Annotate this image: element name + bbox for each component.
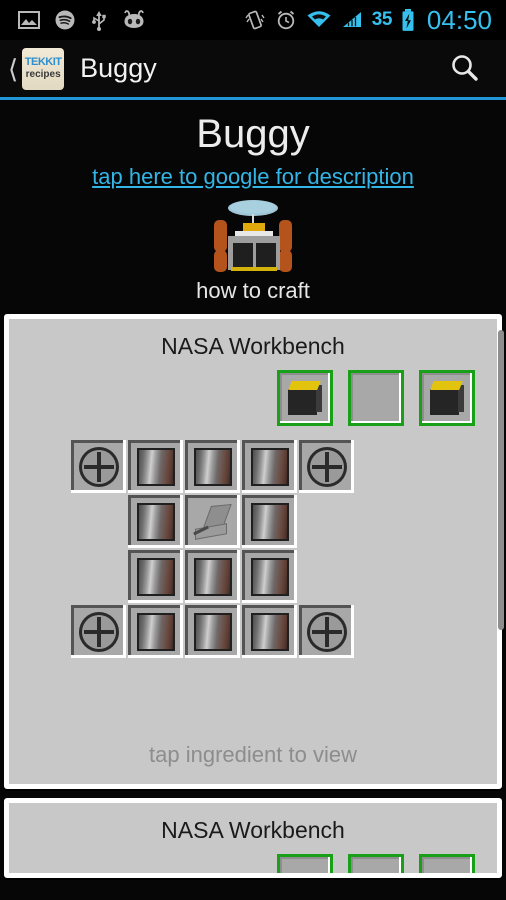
wifi-icon: [307, 11, 331, 27]
usb-icon: [92, 11, 106, 31]
grid-cell[interactable]: [128, 550, 183, 603]
buggy-sprite-large: [0, 198, 506, 276]
search-icon: [452, 54, 478, 81]
grid-cell[interactable]: [185, 550, 240, 603]
grid-cell[interactable]: [185, 440, 240, 493]
steel-plate-icon: [193, 557, 232, 596]
recipe-card[interactable]: NASA Workbench: [4, 798, 502, 878]
grid-cell[interactable]: [299, 605, 354, 658]
recipe-title: NASA Workbench: [161, 333, 345, 359]
steel-plate-icon: [250, 502, 289, 541]
tool-slot-row: [9, 370, 497, 438]
grid-cell[interactable]: [71, 605, 126, 658]
grid-cell[interactable]: [128, 440, 183, 493]
yellow-slab-icon: [430, 865, 464, 873]
tool-slot-row: [9, 854, 497, 873]
app-screen: 35 04:50 ⟨ TEKKIT recipes Buggy Buggy ta…: [0, 0, 506, 900]
steel-plate-icon: [250, 447, 289, 486]
how-to-craft-label: how to craft: [196, 278, 310, 303]
cyanogenmod-icon: [124, 10, 144, 28]
grid-cell[interactable]: [128, 605, 183, 658]
grid-cell[interactable]: [71, 440, 126, 493]
steel-plate-icon: [250, 612, 289, 651]
steel-plate-icon: [136, 557, 175, 596]
alarm-icon: [277, 10, 294, 30]
steel-plate-icon: [136, 447, 175, 486]
machine-block-icon: [288, 381, 322, 415]
search-button[interactable]: [448, 52, 506, 86]
recipe-card-list: NASA Workbench tap ingredient to view NA…: [0, 314, 506, 878]
wheel-icon: [78, 446, 119, 487]
steel-plate-icon: [136, 502, 175, 541]
recipe-title: NASA Workbench: [161, 817, 345, 843]
grid-cell[interactable]: [242, 605, 297, 658]
back-chevron-icon[interactable]: ⟨: [0, 56, 22, 82]
grid-cell[interactable]: [242, 550, 297, 603]
hero-section: Buggy tap here to google for description…: [0, 100, 506, 314]
crafting-grid: [71, 440, 354, 658]
action-bar: ⟨ TEKKIT recipes Buggy: [0, 40, 506, 100]
seat-icon: [192, 503, 233, 540]
yellow-slab-icon: [359, 865, 393, 873]
grid-cell[interactable]: [185, 495, 240, 548]
grid-cell[interactable]: [242, 440, 297, 493]
recipe-card[interactable]: NASA Workbench: [4, 314, 502, 789]
steel-plate-icon: [250, 557, 289, 596]
steel-plate-icon: [136, 612, 175, 651]
app-icon[interactable]: TEKKIT recipes: [22, 47, 65, 90]
item-title: Buggy: [196, 112, 310, 156]
wheel-icon: [306, 611, 347, 652]
page-title: Buggy: [80, 53, 157, 83]
crafting-area: [9, 438, 497, 738]
grid-cell-empty: [299, 495, 354, 548]
app-icon-line1: TEKKIT: [24, 56, 62, 68]
grid-cell[interactable]: [128, 495, 183, 548]
grid-cell[interactable]: [185, 605, 240, 658]
app-icon-line2: recipes: [25, 69, 61, 80]
battery-charging-icon: [402, 9, 414, 31]
grid-cell[interactable]: [242, 495, 297, 548]
steel-plate-icon: [193, 447, 232, 486]
tool-slot-empty[interactable]: [277, 854, 333, 873]
google-description-link[interactable]: tap here to google for description: [92, 164, 414, 190]
vibrate-icon: [245, 10, 265, 30]
tool-slot[interactable]: [348, 854, 404, 873]
tool-slot-empty[interactable]: [348, 370, 404, 426]
vertical-scrollbar[interactable]: [498, 330, 504, 630]
wheel-icon: [78, 611, 119, 652]
tool-slot[interactable]: [419, 370, 475, 426]
grid-cell[interactable]: [299, 440, 354, 493]
grid-cell-empty: [71, 550, 126, 603]
status-bar: 35 04:50: [0, 0, 506, 40]
grid-cell-empty: [71, 495, 126, 548]
wheel-icon: [306, 446, 347, 487]
tool-slot[interactable]: [419, 854, 475, 873]
clock: 04:50: [426, 4, 492, 35]
spotify-icon: [55, 10, 75, 30]
gallery-icon: [18, 11, 40, 29]
status-icons-right: 35 04:50: [244, 5, 496, 36]
grid-cell-empty: [299, 550, 354, 603]
machine-block-icon: [430, 381, 464, 415]
tool-slot[interactable]: [277, 370, 333, 426]
steel-plate-icon: [193, 612, 232, 651]
status-icons-left: [10, 9, 146, 31]
battery-percent: 35: [371, 9, 393, 30]
signal-icon: [342, 12, 361, 27]
tap-ingredient-hint: tap ingredient to view: [149, 742, 357, 767]
